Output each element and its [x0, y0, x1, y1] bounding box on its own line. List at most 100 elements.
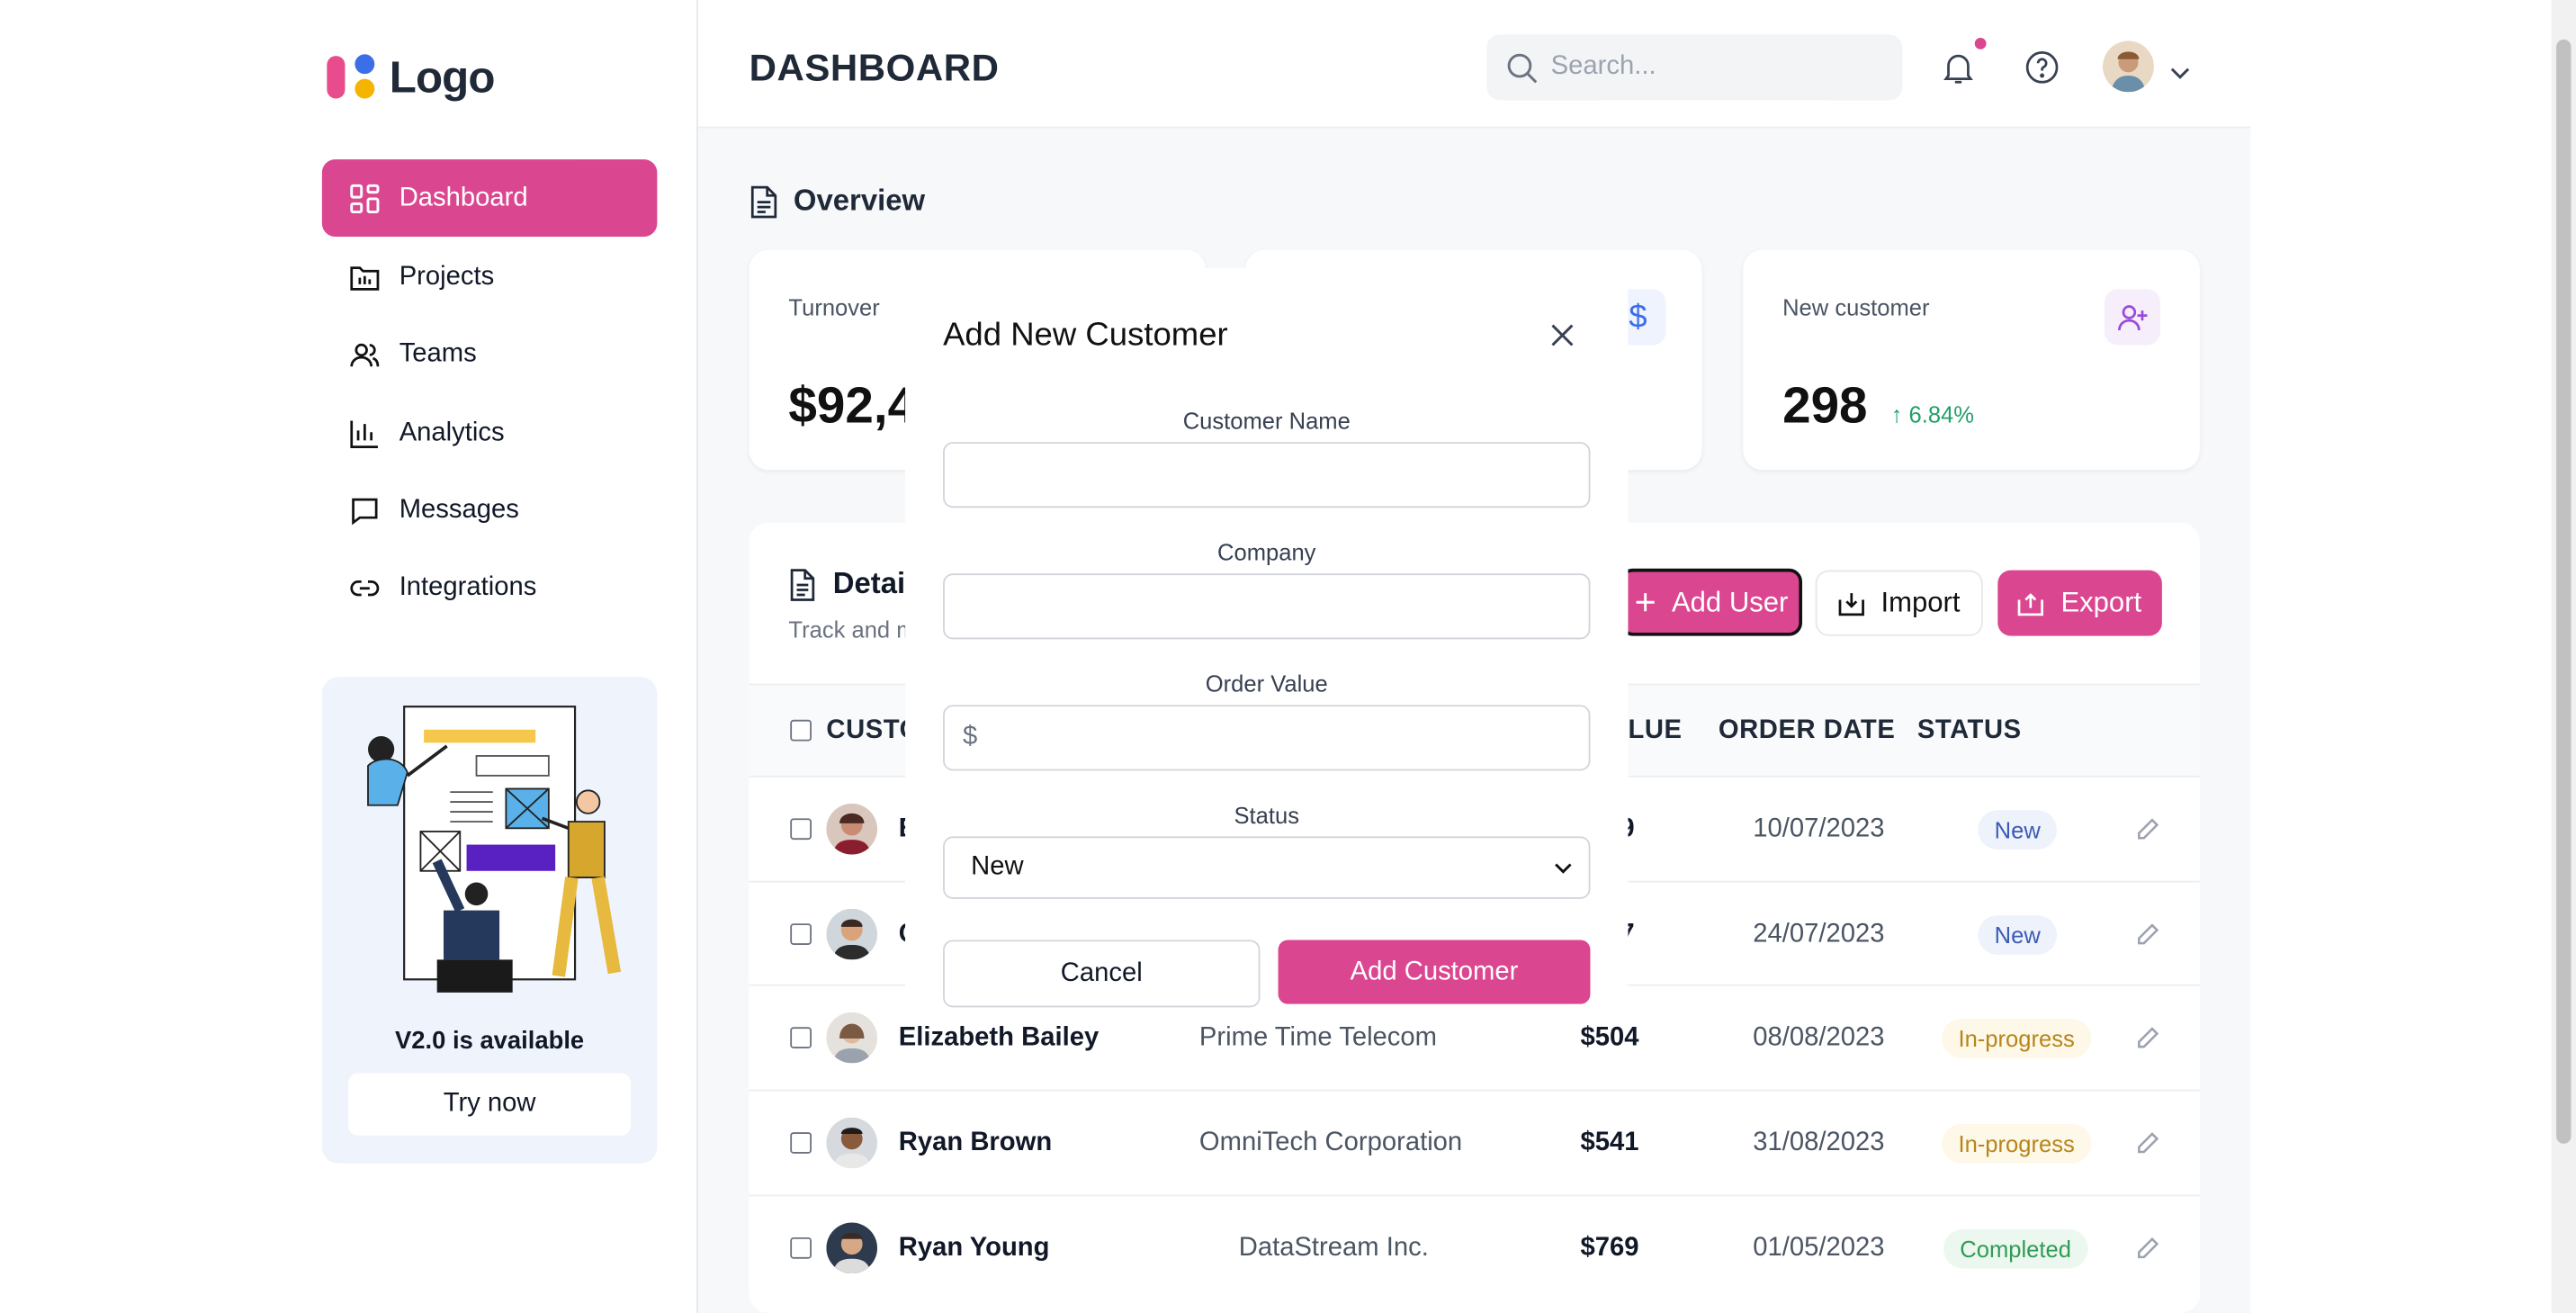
sidebar-item-label: Analytics: [399, 418, 505, 446]
customer-avatar: [826, 1222, 878, 1274]
company-label: Company: [1217, 538, 1316, 566]
card-label: Turnover: [788, 293, 880, 321]
sidebar-item-projects[interactable]: Projects: [322, 238, 657, 316]
status-badge: In-progress: [1942, 1018, 2092, 1058]
card-label: New customer: [1782, 293, 1930, 321]
add-customer-button[interactable]: Add Customer: [1278, 940, 1591, 1004]
logo-mark-icon: [327, 54, 375, 99]
users-icon: [348, 338, 380, 370]
change-badge: ↑ 6.84%: [1890, 400, 1974, 427]
order-date: 08/08/2023: [1753, 1022, 1885, 1051]
sidebar-item-dashboard[interactable]: Dashboard: [321, 159, 658, 237]
company-field[interactable]: [943, 573, 1591, 640]
customer-avatar: [826, 1012, 878, 1064]
status-label: Status: [1234, 802, 1300, 829]
export-button[interactable]: Export: [1997, 570, 2162, 636]
status-select[interactable]: New: [943, 836, 1591, 899]
customer-name: Ryan Brown: [898, 1128, 1053, 1156]
header-order-date[interactable]: ORDER DATE: [1719, 716, 1895, 746]
page-title: DASHBOARD: [749, 46, 1000, 89]
add-customer-modal: Add New Customer Customer Name Company O…: [905, 267, 1629, 1024]
import-button[interactable]: Import: [1815, 570, 1983, 636]
select-all-checkbox[interactable]: [790, 719, 812, 742]
sidebar-item-messages[interactable]: Messages: [322, 472, 657, 549]
edit-pencil-icon[interactable]: [2134, 986, 2160, 1090]
close-icon[interactable]: [1549, 322, 1575, 348]
card-value: 298: [1782, 376, 1868, 435]
status-badge: Completed: [1943, 1228, 2088, 1268]
order-value-field[interactable]: $: [943, 705, 1591, 771]
currency-prefix: $: [962, 723, 978, 751]
sidebar-item-label: Projects: [399, 262, 495, 291]
edit-pencil-icon[interactable]: [2134, 1196, 2160, 1300]
logo-text: Logo: [389, 51, 496, 102]
row-checkbox[interactable]: [790, 1132, 812, 1154]
status-badge: In-progress: [1942, 1123, 2092, 1163]
import-label: Import: [1880, 586, 1961, 618]
notification-dot: [1974, 37, 1987, 49]
table-row[interactable]: Ryan Brown OmniTech Corporation $541 31/…: [749, 1089, 2200, 1195]
document-icon: [750, 184, 777, 218]
customer-name-field[interactable]: [943, 442, 1591, 508]
company-name: DataStream Inc.: [1238, 1233, 1429, 1262]
row-checkbox[interactable]: [790, 923, 812, 945]
header-status[interactable]: STATUS: [1917, 716, 2022, 746]
bar-chart-icon: [348, 418, 380, 449]
import-icon: [1838, 592, 1864, 616]
order-date: 10/07/2023: [1753, 814, 1885, 842]
details-subtitle: Track and m: [788, 616, 916, 643]
edit-pencil-icon[interactable]: [2134, 883, 2160, 986]
order-value-label: Order Value: [1205, 670, 1328, 697]
sidebar-item-teams[interactable]: Teams: [322, 316, 657, 393]
sidebar-item-label: Integrations: [399, 572, 537, 601]
plus-icon: [1635, 593, 1654, 612]
cancel-button[interactable]: Cancel: [943, 940, 1261, 1008]
chevron-down-icon[interactable]: [2170, 59, 2190, 89]
edit-pencil-icon[interactable]: [2134, 778, 2160, 881]
row-checkbox[interactable]: [790, 1027, 812, 1048]
status-badge: New: [1978, 914, 2058, 954]
export-label: Export: [2060, 586, 2142, 618]
notification-bell-icon[interactable]: [1939, 48, 1979, 87]
user-avatar[interactable]: [2103, 40, 2154, 93]
overview-heading: Overview: [749, 184, 925, 219]
new-customer-card: New customer 298 ↑ 6.84%: [1743, 249, 2200, 471]
team-illustration-icon: [367, 706, 622, 993]
company-name: OmniTech Corporation: [1198, 1128, 1463, 1156]
add-user-label: Add User: [1671, 585, 1789, 617]
sidebar-item-integrations[interactable]: Integrations: [322, 549, 657, 626]
upgrade-promo-card: V2.0 is available Try now: [321, 677, 658, 1164]
order-value: $541: [1580, 1128, 1639, 1156]
export-icon: [2018, 592, 2044, 616]
chevron-down-icon: [1555, 862, 1572, 873]
sidebar-item-analytics[interactable]: Analytics: [322, 394, 657, 472]
search-box[interactable]: Search...: [1486, 34, 1903, 101]
sidebar-item-label: Dashboard: [399, 183, 528, 211]
folder-chart-icon: [348, 261, 380, 292]
grid-icon: [348, 183, 380, 214]
row-checkbox[interactable]: [790, 1237, 812, 1259]
scrollbar-thumb[interactable]: [2556, 39, 2572, 1144]
document-icon: [790, 568, 815, 600]
row-checkbox[interactable]: [790, 818, 812, 841]
promo-title: V2.0 is available: [395, 1027, 585, 1056]
sidebar-item-label: Messages: [399, 495, 519, 524]
try-now-button[interactable]: Try now: [348, 1073, 632, 1136]
search-input[interactable]: Search...: [1551, 52, 1656, 82]
header-order-value[interactable]: LUE: [1628, 716, 1682, 746]
status-badge: New: [1978, 809, 2058, 850]
modal-title: Add New Customer: [943, 317, 1228, 354]
user-plus-icon: [2104, 289, 2161, 346]
customer-avatar: [826, 908, 878, 960]
logo[interactable]: Logo: [324, 49, 495, 105]
edit-pencil-icon[interactable]: [2134, 1091, 2160, 1194]
card-value: $92,4: [788, 376, 917, 435]
customer-name: Ryan Young: [898, 1233, 1050, 1262]
help-icon[interactable]: [2023, 48, 2062, 87]
add-user-button[interactable]: Add User: [1620, 568, 1803, 636]
search-icon: [1507, 52, 1538, 83]
sidebar-item-label: Teams: [399, 339, 477, 368]
table-row[interactable]: Ryan Young DataStream Inc. $769 01/05/20…: [749, 1194, 2200, 1300]
order-date: 24/07/2023: [1753, 919, 1885, 948]
link-icon: [348, 571, 380, 603]
